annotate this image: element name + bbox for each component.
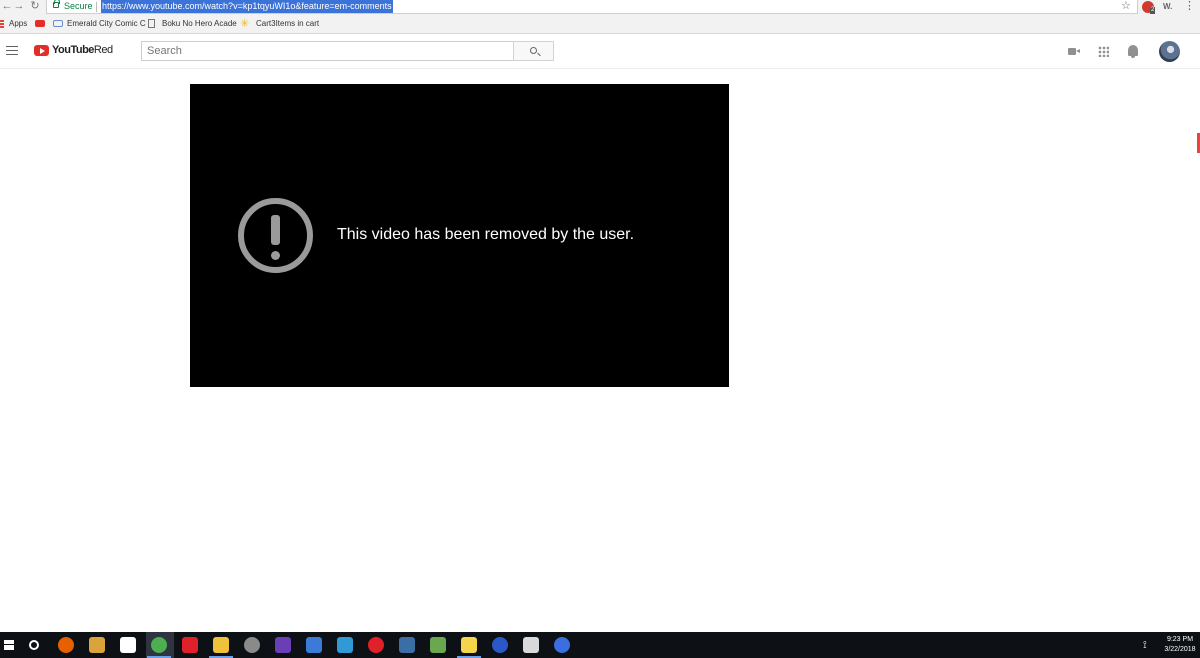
extension-w-icon[interactable]: W.: [1163, 0, 1172, 13]
reload-icon[interactable]: ↻: [28, 0, 42, 14]
youtube-bookmark-icon[interactable]: [35, 20, 45, 27]
search-input[interactable]: [141, 41, 514, 61]
windows-taskbar: [0, 632, 1200, 658]
clock-app-icon[interactable]: [244, 637, 260, 653]
bookmark-star-icon[interactable]: ☆: [1121, 0, 1131, 13]
clock-time: 9:23 PM: [1166, 636, 1194, 643]
search-icon: [530, 47, 537, 54]
exclamation-bar: [271, 215, 280, 245]
error-message: This video has been removed by the user.: [337, 226, 635, 243]
search-button[interactable]: [513, 41, 554, 61]
lock-icon: [53, 0, 60, 8]
forward-app-icon[interactable]: [492, 637, 508, 653]
steam-icon[interactable]: [399, 637, 415, 653]
hexagon-app-icon[interactable]: [275, 637, 291, 653]
browser-menu-icon[interactable]: ⋮: [1184, 0, 1195, 13]
bookmark-apps[interactable]: Apps: [9, 15, 27, 33]
secure-label: Secure: [64, 1, 93, 11]
bookmark-emerald-city[interactable]: Emerald City Comic C: [67, 15, 146, 33]
photoshop-icon[interactable]: [337, 637, 353, 653]
minecraft-icon[interactable]: [430, 637, 446, 653]
emerald-city-icon: [53, 20, 63, 27]
firefox-icon[interactable]: [58, 637, 74, 653]
page-icon: [148, 19, 155, 28]
clock-date: 3/22/2018: [1164, 646, 1196, 653]
browser-toolbar: ← → ↻ Secure https://www.youtube.com/wat…: [0, 0, 1200, 15]
avatar[interactable]: [1159, 41, 1180, 62]
error-exclamation-icon: [238, 198, 313, 273]
address-bar[interactable]: Secure https://www.youtube.com/watch?v=k…: [46, 0, 1138, 14]
youtube-brand[interactable]: YouTubeRed: [52, 43, 113, 58]
menu-hamburger-icon[interactable]: [6, 46, 18, 55]
brand-name: YouTube: [52, 44, 94, 56]
youtube-logo-icon[interactable]: [34, 45, 49, 56]
apps-grid-icon: [0, 20, 4, 28]
cortana-icon[interactable]: [29, 640, 39, 650]
forward-icon[interactable]: →: [12, 0, 26, 14]
divider: [96, 2, 97, 12]
screen-recorder-icon[interactable]: [182, 637, 198, 653]
bookmark-boku-no-hero[interactable]: Boku No Hero Acade: [162, 15, 237, 33]
windows-start-icon[interactable]: [4, 640, 14, 650]
youtube-header: YouTubeRed: [0, 34, 1200, 69]
paper-app-icon[interactable]: [523, 637, 539, 653]
sticky-notes-icon[interactable]: [461, 637, 477, 653]
bookmark-cart[interactable]: Cart3Items in cart: [256, 15, 319, 33]
file-explorer-alt-icon[interactable]: [89, 637, 105, 653]
bookmarks-bar: Apps Emerald City Comic C Boku No Hero A…: [0, 15, 1200, 34]
chrome-icon[interactable]: [151, 637, 167, 653]
walmart-icon: ✳: [240, 18, 250, 30]
notifications-bell-icon[interactable]: [1128, 45, 1138, 58]
media-player-icon[interactable]: [554, 637, 570, 653]
file-explorer-icon[interactable]: [213, 637, 229, 653]
extension-badge-count: 2: [1150, 7, 1156, 14]
brand-suffix: Red: [93, 44, 113, 56]
exclamation-dot: [271, 251, 280, 260]
mail-icon[interactable]: [120, 637, 136, 653]
create-video-icon[interactable]: [1068, 48, 1080, 55]
url-text[interactable]: https://www.youtube.com/watch?v=kp1tqyuW…: [101, 0, 393, 13]
apps-icon[interactable]: [1098, 46, 1109, 57]
opera-icon[interactable]: [368, 637, 384, 653]
video-player[interactable]: This video has been removed by the user.: [190, 84, 729, 387]
taskbar-clock[interactable]: 9:23 PM 3/22/2018: [1162, 635, 1198, 655]
arrows-app-icon[interactable]: [306, 637, 322, 653]
network-icon[interactable]: ⟟: [1143, 640, 1147, 652]
